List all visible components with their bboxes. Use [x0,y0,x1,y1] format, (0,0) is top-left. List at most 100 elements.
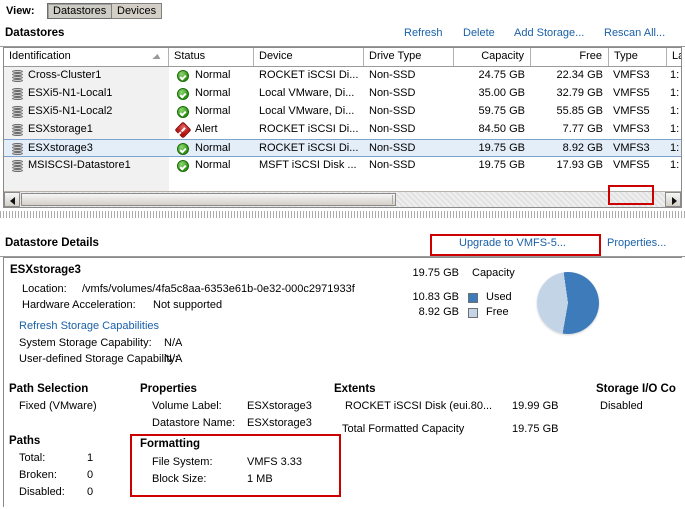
cell-drive-type: Non-SSD [369,159,416,171]
delete-link[interactable]: Delete [463,27,495,39]
path-selection-heading: Path Selection [9,383,89,395]
view-button-devices[interactable]: Devices [111,3,163,19]
cell-device: ROCKET iSCSI Di... [259,142,359,154]
properties-heading: Properties [140,383,197,395]
rescan-all-link[interactable]: Rescan All... [604,27,665,39]
cell-drive-type: Non-SSD [369,123,416,135]
cell-drive-type: Non-SSD [369,69,416,81]
file-system-key: File System: [152,456,213,468]
total-formatted-capacity-label: Total Formatted Capacity [342,423,465,435]
column-header-status[interactable]: Status [169,48,254,66]
formatting-heading: Formatting [140,438,201,450]
cell-device: ROCKET iSCSI Di... [259,69,359,81]
extents-heading: Extents [334,383,376,395]
column-header-last-update[interactable]: La [667,48,681,66]
cell-status: Normal [169,85,254,103]
refresh-storage-capabilities-link[interactable]: Refresh Storage Capabilities [19,320,159,332]
cell-drive-type: Non-SSD [369,87,416,99]
datastore-name-heading: ESXstorage3 [10,264,81,276]
column-header-device[interactable]: Device [254,48,364,66]
path-selection-value: Fixed (VMware) [19,400,97,412]
cell-status: Normal [169,157,254,175]
system-storage-capability-label: System Storage Capability: [19,337,152,349]
cell-identification: ESXi5-N1-Local1 [28,87,113,99]
column-header-capacity[interactable]: Capacity [454,48,531,66]
cell-device: Local VMware, Di... [259,87,355,99]
cell-last-update: 1: [670,87,680,99]
add-storage-link[interactable]: Add Storage... [514,27,584,39]
column-header-identification[interactable]: Identification [4,48,169,66]
column-header-free[interactable]: Free [531,48,609,66]
cell-capacity: 84.50 GB [478,123,525,135]
properties-link[interactable]: Properties... [607,237,666,249]
column-header-type[interactable]: Type [609,48,667,66]
table-body: Cross-Cluster1 Normal ROCKET iSCSI Di... No… [4,67,681,191]
file-system-value: VMFS 3.33 [247,456,303,468]
horizontal-scrollbar[interactable] [4,191,681,207]
storage-io-control-value: Disabled [600,400,643,412]
system-storage-capability-value: N/A [164,337,183,349]
datastores-panel-header: Datastores Refresh Delete Add Storage...… [0,22,685,47]
table-row[interactable]: ESXstorage3 Normal ROCKET iSCSI Di... Non-S… [4,139,681,157]
table-row[interactable]: MSISCSI-Datastore1 Normal MSFT iSCSI Disk … [4,157,681,175]
cell-free: 55.85 GB [556,105,603,117]
table-row[interactable]: ESXi5-N1-Local1 Normal Local VMware, Di...… [4,85,681,103]
status-text: Normal [195,142,231,154]
cell-capacity: 19.75 GB [478,159,525,171]
cell-status: Normal [169,103,254,121]
scroll-right-icon[interactable] [665,192,681,207]
user-defined-storage-capability-label: User-defined Storage Capability: [19,353,178,365]
view-button-datastores[interactable]: Datastores [47,3,113,19]
hardware-acceleration-value: Not supported [153,299,223,311]
extent-device-size: 19.99 GB [512,400,559,412]
paths-broken-value: 0 [87,469,94,481]
cell-capacity: 35.00 GB [478,87,525,99]
normal-status-icon [177,70,189,82]
cell-identification: ESXstorage3 [28,142,93,154]
cell-type: VMFS3 [613,69,650,81]
scrollbar-thumb[interactable] [21,193,396,206]
volume-label-value: ESXstorage3 [247,400,312,412]
view-toolbar: View: Datastores Devices [0,0,685,22]
capacity-pie-chart [537,272,599,334]
datastore-details-header: Datastore Details Upgrade to VMFS-5... P… [0,233,685,257]
cell-drive-type: Non-SSD [369,142,416,154]
datastore-details-title: Datastore Details [5,237,99,249]
datastores-table: Identification Status Device Drive Type … [3,47,682,208]
normal-status-icon [177,88,189,100]
cell-capacity: 19.75 GB [478,142,525,154]
table-row[interactable]: ESXi5-N1-Local2 Normal Local VMware, Di...… [4,103,681,121]
table-row[interactable]: Cross-Cluster1 Normal ROCKET iSCSI Di... No… [4,67,681,85]
capacity-used-value: 10.83 GB [412,291,459,303]
cell-identification: Cross-Cluster1 [28,69,102,81]
panel-splitter[interactable] [0,211,685,218]
table-header-row: Identification Status Device Drive Type … [4,48,681,67]
cell-type: VMFS3 [613,142,650,154]
cell-last-update: 1: [670,105,680,117]
normal-status-icon [177,143,189,155]
cell-type: VMFS3 [613,123,650,135]
storage-io-control-heading: Storage I/O Co [596,383,676,395]
cell-status: Normal [169,67,254,85]
column-header-drive-type[interactable]: Drive Type [364,48,454,66]
status-text: Normal [195,159,231,171]
location-label: Location: [22,283,67,295]
cell-last-update: 1: [670,142,680,154]
cell-free: 17.93 GB [556,159,603,171]
cell-free: 32.79 GB [556,87,603,99]
scroll-left-icon[interactable] [4,192,20,207]
cell-identification: MSISCSI-Datastore1 [28,159,131,171]
capacity-free-label: Free [486,306,509,318]
cell-last-update: 1: [670,69,680,81]
view-label: View: [6,5,35,17]
status-text: Normal [195,105,231,117]
refresh-link[interactable]: Refresh [404,27,443,39]
cell-capacity: 24.75 GB [478,69,525,81]
cell-last-update: 1: [670,159,680,171]
hardware-acceleration-label: Hardware Acceleration: [22,299,136,311]
normal-status-icon [177,160,189,172]
location-value: /vmfs/volumes/4fa5c8aa-6353e61b-0e32-000… [82,283,355,295]
cell-identification: ESXstorage1 [28,123,93,135]
upgrade-to-vmfs5-link[interactable]: Upgrade to VMFS-5... [459,237,566,249]
table-row[interactable]: ESXstorage1 Alert ROCKET iSCSI Di... Non-SS… [4,121,681,139]
